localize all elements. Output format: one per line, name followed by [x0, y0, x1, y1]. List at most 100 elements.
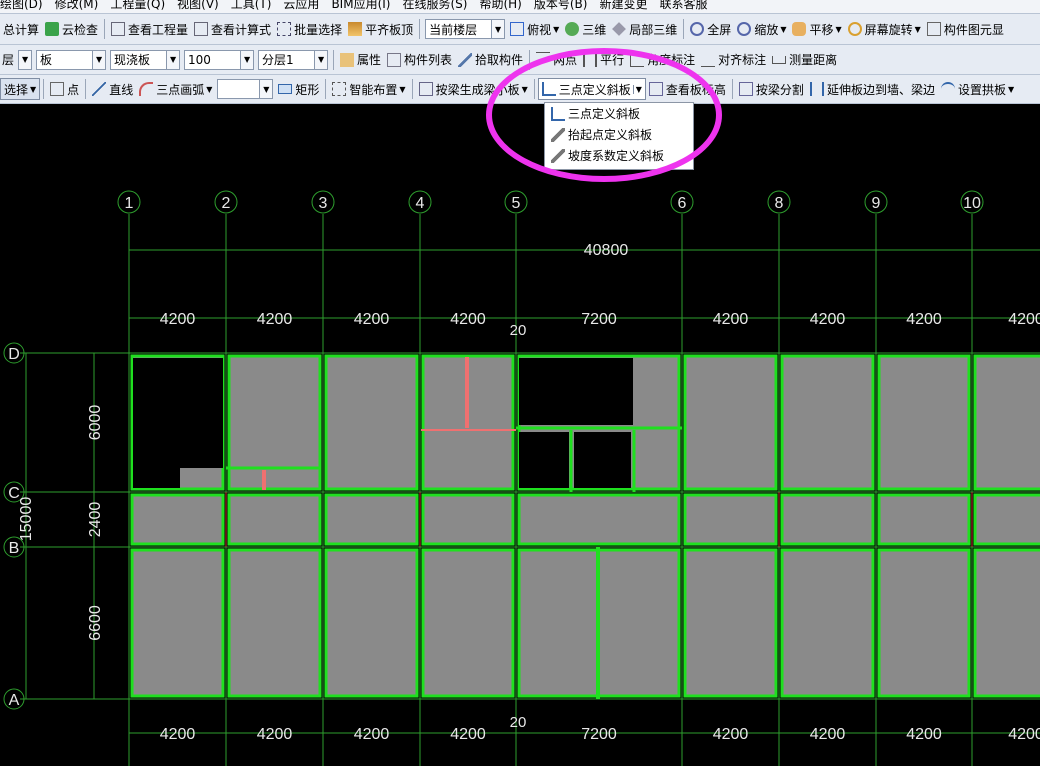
type-combo[interactable]: 板 ▼: [36, 49, 107, 70]
menu-bar: 绘图(D) 修改(M) 工程量(Q) 视图(V) 工具(T) 云应用 BIM应用(I) 在线服…: [0, 0, 1040, 14]
annotation-circle: [486, 48, 722, 182]
separator: [85, 79, 87, 99]
dim-span-top: 4200: [450, 311, 486, 328]
arc-label: 三点画弧: [156, 82, 205, 97]
slab-opening: [519, 432, 569, 488]
slab-panel: [130, 493, 225, 546]
chevron-down-icon: ▼: [259, 80, 273, 98]
separator: [43, 79, 45, 99]
menu-item[interactable]: 视图(V): [177, 0, 219, 11]
local-3d-button[interactable]: 局部三维: [609, 18, 680, 40]
slab-panel: [324, 354, 419, 491]
menu-item[interactable]: 工具(T): [231, 0, 272, 11]
three-d-button[interactable]: 三维: [562, 18, 609, 40]
properties-button[interactable]: 属性: [337, 49, 384, 71]
axis-label: A: [9, 692, 20, 709]
align-top-button[interactable]: 平齐板顶: [345, 18, 416, 40]
rotate-icon: [847, 22, 862, 36]
top-view-button[interactable]: 俯视 ▼: [507, 18, 562, 40]
dim-span-top: 4200: [354, 311, 390, 328]
menu-item[interactable]: 帮助(H): [479, 0, 521, 11]
menu-item[interactable]: 版本号(B): [534, 0, 588, 11]
menu-item[interactable]: 新建变更: [599, 0, 647, 11]
local-3d-label: 局部三维: [629, 22, 678, 37]
menu-item[interactable]: 联系客服: [659, 0, 707, 11]
separator: [411, 79, 413, 99]
beam-generate-icon: [418, 82, 433, 96]
axis-label: B: [9, 540, 20, 557]
slab-panel: [973, 493, 1040, 546]
smart-layout-label: 智能布置: [349, 82, 398, 97]
chevron-down-icon: ▼: [19, 50, 32, 69]
drawing-canvas[interactable]: 1 2 3 4 5 6 8 9 10DCBA408004200 4200 4200 4200 7200 4…: [0, 104, 1040, 766]
view-formula-button[interactable]: 查看计算式: [191, 18, 274, 40]
top-view-icon: [510, 22, 525, 36]
separator: [419, 19, 421, 39]
menu-item[interactable]: 云应用: [283, 0, 319, 11]
menu-item[interactable]: 工程量(Q): [110, 0, 165, 11]
arc-option-combo[interactable]: ▼: [217, 79, 274, 99]
view-quantity-button[interactable]: 查看工程量: [108, 18, 191, 40]
menu-item[interactable]: 绘图(D): [0, 0, 43, 11]
axis-label: 5: [512, 195, 521, 212]
component-element-button[interactable]: 构件图元显: [924, 18, 1007, 40]
dim-span-top: 7200: [581, 311, 617, 328]
arc-button[interactable]: 三点画弧 ▼: [136, 78, 215, 100]
menu-item[interactable]: 在线服务(S): [402, 0, 467, 11]
slab-panel: [421, 548, 515, 698]
smart-layout-button[interactable]: 智能布置 ▼: [329, 78, 408, 100]
rectangle-icon: [278, 84, 293, 94]
select-button[interactable]: 选择 ▼: [0, 78, 41, 100]
pan-button[interactable]: 平移 ▼: [789, 18, 844, 40]
component-list-label: 构件列表: [404, 53, 453, 67]
arc-icon: [139, 82, 154, 96]
align-dim-icon: [701, 53, 716, 67]
layer-dropdown[interactable]: ▼: [18, 49, 33, 70]
dim-span-bottom: 4200: [713, 726, 749, 743]
slab-opening: [519, 358, 633, 425]
slab-panel: [517, 493, 681, 546]
menu-item[interactable]: 修改(M): [55, 0, 99, 11]
full-screen-button[interactable]: 全屏: [687, 18, 734, 40]
slab-panel: [780, 493, 875, 546]
toolbar-main: 总计算 云检查 查看工程量 查看计算式 批量选择 平齐板顶 当前楼层 ▼ 俯视 ▼ …: [0, 14, 1040, 45]
axis-label: 9: [872, 195, 881, 212]
cloud-check-button[interactable]: 云检查: [42, 18, 101, 40]
dim-span-top: 4200: [1008, 311, 1040, 328]
line-button[interactable]: 直线: [89, 78, 136, 100]
slab-panel: [877, 493, 971, 546]
measure-button[interactable]: 测量距离: [769, 49, 840, 71]
screen-rotate-button[interactable]: 屏幕旋转 ▼: [845, 18, 924, 40]
slab-opening: [574, 432, 631, 488]
dim-span-bottom: 4200: [354, 726, 390, 743]
pick-component-button[interactable]: 拾取构件: [455, 49, 526, 71]
caret-icon: ▼: [914, 24, 921, 34]
split-by-beam-button[interactable]: 按梁分割: [736, 78, 807, 100]
thickness-combo-value: 100: [188, 52, 211, 67]
zoom-button[interactable]: 缩放 ▼: [734, 18, 789, 40]
dim-offset-top: 20: [510, 322, 527, 339]
batch-select-button[interactable]: 批量选择: [274, 18, 345, 40]
extend-edge-button[interactable]: 延伸板边到墙、梁边: [807, 78, 938, 100]
separator: [104, 19, 106, 39]
dim-span-bottom: 4200: [257, 726, 293, 743]
split-icon: [738, 82, 753, 96]
point-button[interactable]: 点: [47, 78, 82, 100]
calc-button[interactable]: 总计算: [0, 18, 42, 40]
rect-button[interactable]: 矩形: [275, 78, 322, 100]
layer-combo[interactable]: 分层1 ▼: [258, 49, 329, 70]
measure-label: 测量距离: [789, 53, 838, 67]
menu-item[interactable]: BIM应用(I): [331, 0, 390, 11]
floor-combo[interactable]: 当前楼层 ▼: [425, 19, 506, 39]
arch-plate-button[interactable]: 设置拱板 ▼: [938, 78, 1017, 100]
dim-offset-bottom: 20: [510, 714, 527, 731]
axis-label: 1: [125, 195, 134, 212]
arch-icon: [940, 82, 955, 96]
three-d-label: 三维: [582, 22, 607, 37]
align-dim-button[interactable]: 对齐标注: [698, 49, 769, 71]
sub-type-combo[interactable]: 现浇板 ▼: [110, 49, 181, 70]
thickness-combo[interactable]: 100 ▼: [184, 49, 255, 70]
formula-icon: [194, 22, 209, 36]
point-icon: [50, 82, 65, 96]
component-list-button[interactable]: 构件列表: [384, 49, 455, 71]
